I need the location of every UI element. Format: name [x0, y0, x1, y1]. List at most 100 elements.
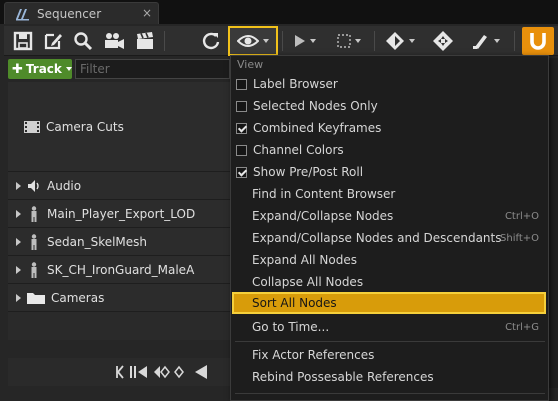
tree-row-label: Sedan_SkelMesh: [47, 234, 148, 249]
camera-cuts-track[interactable]: Camera Cuts: [8, 82, 230, 172]
menu-item-shortcut: Ctrl+G: [505, 321, 539, 333]
save-button[interactable]: [10, 28, 36, 54]
menu-item-label: Selected Nodes Only: [253, 99, 378, 113]
paint-icon: [473, 35, 487, 49]
filter-input[interactable]: Filter: [74, 59, 230, 79]
save-icon: [13, 31, 33, 51]
restore-button[interactable]: [198, 28, 224, 54]
track-tree: Camera Cuts Audio Main_Player_Export_LOD…: [8, 82, 230, 340]
snap-toggle-button[interactable]: [522, 27, 554, 55]
expand-arrow-icon[interactable]: [16, 209, 21, 218]
next-key-icon[interactable]: [174, 365, 184, 379]
menu-item-label-browser[interactable]: Label Browser: [232, 73, 547, 95]
toolbar: [4, 26, 558, 56]
toolbar-separator: [164, 31, 165, 51]
menu-item-shortcut: Shift+O: [500, 232, 539, 244]
menu-item-expand-all-nodes[interactable]: Expand All Nodes: [232, 249, 547, 271]
menu-heading: View: [237, 58, 264, 71]
tree-row-folder[interactable]: Cameras: [8, 284, 230, 312]
restore-icon: [202, 32, 220, 50]
film-icon: [24, 121, 40, 133]
tree-row-label: Cameras: [51, 290, 105, 305]
play-reverse-icon[interactable]: [194, 364, 208, 380]
eye-icon: [237, 35, 259, 47]
chevron-down-icon: [355, 39, 361, 43]
keyframe-options-button[interactable]: [380, 28, 420, 54]
menu-item-label: Sort All Nodes: [252, 296, 337, 310]
menu-item-fix-actor-references[interactable]: Fix Actor References: [232, 344, 547, 366]
toolbar-separator: [514, 31, 515, 51]
menu-item-selected-nodes-only[interactable]: Selected Nodes Only: [232, 95, 547, 117]
save-as-icon: [44, 33, 62, 50]
jump-to-start-icon[interactable]: [116, 365, 124, 379]
transform-icon: [433, 31, 453, 51]
menu-item-show-pre-post-roll[interactable]: Show Pre/Post Roll: [232, 161, 547, 183]
chevron-down-icon: [494, 39, 500, 43]
checkbox-checked-icon[interactable]: [236, 122, 247, 134]
expand-arrow-icon[interactable]: [16, 293, 21, 302]
toolbar-separator: [282, 31, 283, 51]
track-bar: ✚ Track Filter: [8, 58, 230, 80]
menu-item-label: Expand/Collapse Nodes and Descendants: [252, 231, 502, 245]
checkbox-checked-icon[interactable]: [236, 166, 247, 178]
checkbox-icon[interactable]: [236, 144, 247, 156]
menu-item-rebind-possesable-references[interactable]: Rebind Possesable References: [232, 366, 547, 388]
menu-item-label: Rebind Possesable References: [252, 370, 434, 384]
selection-icon: [337, 34, 351, 48]
chevron-down-icon: [65, 67, 72, 71]
tree-row-label: Main_Player_Export_LOD: [47, 206, 196, 221]
actor-icon: [27, 205, 41, 222]
tree-row-actor[interactable]: Main_Player_Export_LOD: [8, 200, 230, 228]
chevron-down-icon: [409, 39, 415, 43]
camera-button[interactable]: [100, 28, 128, 54]
add-track-button[interactable]: ✚ Track: [8, 59, 72, 79]
close-icon[interactable]: ×: [142, 6, 152, 20]
tree-row-audio[interactable]: Audio: [8, 172, 230, 200]
tab-title: Sequencer: [37, 6, 102, 21]
menu-item-label: Label Browser: [253, 77, 338, 91]
save-as-button[interactable]: [40, 28, 66, 54]
menu-item-shortcut: Ctrl+O: [504, 210, 539, 222]
menu-item-label: Channel Colors: [253, 143, 344, 157]
tree-row-actor[interactable]: Sedan_SkelMesh: [8, 228, 230, 256]
paint-options-button[interactable]: [466, 28, 506, 54]
prev-key-icon[interactable]: [152, 365, 170, 379]
checkbox-icon[interactable]: [236, 100, 247, 112]
find-button[interactable]: [70, 28, 96, 54]
menu-item-label: Show Pre/Post Roll: [253, 165, 364, 179]
expand-arrow-icon[interactable]: [16, 237, 21, 246]
playback-options-button[interactable]: [288, 28, 322, 54]
add-track-label: Track: [25, 62, 62, 76]
tab-sequencer[interactable]: Sequencer ×: [4, 2, 159, 24]
menu-item-channel-colors[interactable]: Channel Colors: [232, 139, 547, 161]
menu-item-expand-collapse-nodes[interactable]: Expand/Collapse Nodes Ctrl+O: [232, 205, 547, 227]
menu-separator: [235, 341, 545, 342]
magnet-icon: [530, 33, 546, 50]
selection-options-button[interactable]: [332, 28, 366, 54]
menu-item-label: Fix Actor References: [252, 348, 375, 362]
menu-item-expand-collapse-descendants[interactable]: Expand/Collapse Nodes and Descendants Sh…: [232, 227, 547, 249]
actor-icon: [27, 233, 41, 250]
tab-strip: Sequencer ×: [0, 0, 558, 24]
menu-item-find-in-content-browser[interactable]: Find in Content Browser: [232, 183, 547, 205]
menu-item-go-to-time[interactable]: Go to Time... Ctrl+G: [232, 316, 547, 338]
menu-item-collapse-all-nodes[interactable]: Collapse All Nodes: [232, 271, 547, 293]
view-options-button[interactable]: [228, 26, 278, 56]
checkbox-icon[interactable]: [236, 78, 247, 90]
menu-item-sort-all-nodes[interactable]: Sort All Nodes: [232, 292, 546, 314]
view-options-menu: View Label Browser Selected Nodes Only C…: [230, 55, 549, 401]
clapper-button[interactable]: [132, 28, 158, 54]
actor-icon: [27, 261, 41, 278]
step-back-icon[interactable]: [130, 365, 148, 379]
menu-item-combined-keyframes[interactable]: Combined Keyframes: [232, 117, 547, 139]
tree-row-actor[interactable]: SK_CH_IronGuard_MaleA: [8, 256, 230, 284]
chevron-down-icon: [310, 39, 316, 43]
chevron-down-icon: [263, 39, 269, 43]
transform-button[interactable]: [428, 28, 458, 54]
tree-row-label: SK_CH_IronGuard_MaleA: [47, 262, 195, 277]
clapper-icon: [137, 32, 153, 49]
menu-item-label: Collapse All Nodes: [252, 275, 364, 289]
expand-arrow-icon[interactable]: [16, 265, 21, 274]
tree-row-label: Audio: [47, 178, 82, 193]
expand-arrow-icon[interactable]: [16, 181, 21, 190]
